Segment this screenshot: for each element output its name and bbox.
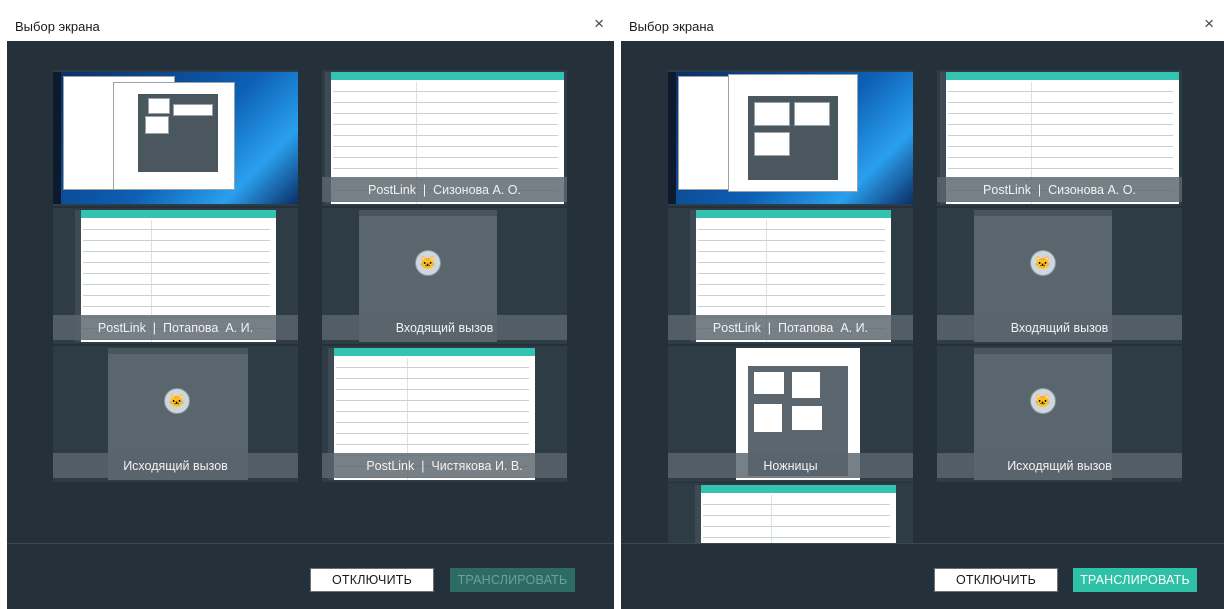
window-label: Исходящий вызов	[937, 453, 1182, 478]
screen-select-dialog-left: Выбор экрана × PostLink | Сизонова А. О.	[7, 10, 614, 609]
window-tile[interactable]: 🐱 Входящий вызов	[937, 208, 1182, 344]
window-label: Входящий вызов	[937, 315, 1182, 340]
dialog-titlebar: Выбор экрана ×	[7, 10, 614, 41]
window-label: PostLink | Сизонова А. О.	[322, 177, 567, 202]
stream-button[interactable]: ТРАНСЛИРОВАТЬ	[450, 568, 575, 592]
dialog-titlebar: Выбор экрана ×	[621, 10, 1224, 41]
window-tile-desktop[interactable]	[668, 70, 913, 206]
window-grid: PostLink | Сизонова А. О. PostLink | Пот…	[621, 41, 1224, 543]
window-tile[interactable]: PostLink | Сизонова А. О.	[322, 70, 567, 206]
window-thumbnail	[695, 485, 896, 543]
window-grid: PostLink | Сизонова А. О. PostLink | Пот…	[7, 41, 614, 543]
close-icon[interactable]: ×	[594, 15, 604, 33]
window-tile[interactable]: 🐱 Исходящий вызов	[53, 346, 298, 482]
avatar: 🐱	[415, 250, 441, 276]
window-label: PostLink | Потапова А. И.	[668, 315, 913, 340]
window-tile[interactable]: PostLink | Чистякова И. В.	[322, 346, 567, 482]
dialog-footer: ОТКЛЮЧИТЬ ТРАНСЛИРОВАТЬ	[7, 544, 614, 609]
desktop-thumbnail	[668, 72, 913, 204]
disconnect-button[interactable]: ОТКЛЮЧИТЬ	[934, 568, 1058, 592]
stream-button[interactable]: ТРАНСЛИРОВАТЬ	[1073, 568, 1197, 592]
window-tile[interactable]: 🐱 Входящий вызов	[322, 208, 567, 344]
window-label: PostLink | Сизонова А. О.	[937, 177, 1182, 202]
dialog-title: Выбор экрана	[15, 19, 100, 34]
window-label: PostLink | Потапова А. И.	[53, 315, 298, 340]
disconnect-button[interactable]: ОТКЛЮЧИТЬ	[310, 568, 434, 592]
window-tile[interactable]: PostLink | Сизонова А. О.	[937, 70, 1182, 206]
window-tile[interactable]: PostLink | Потапова А. И.	[53, 208, 298, 344]
window-label: PostLink | Чистякова И. В.	[322, 453, 567, 478]
window-label: Ножницы	[668, 453, 913, 478]
desktop-thumbnail	[53, 72, 298, 204]
dialog-title: Выбор экрана	[629, 19, 714, 34]
close-icon[interactable]: ×	[1204, 15, 1214, 33]
screen-select-dialog-right: Выбор экрана × PostLink | Сизонова А. О.	[621, 10, 1224, 609]
avatar: 🐱	[1030, 250, 1056, 276]
window-label: Исходящий вызов	[53, 453, 298, 478]
avatar: 🐱	[1030, 388, 1056, 414]
window-label: Входящий вызов	[322, 315, 567, 340]
window-tile[interactable]: 🐱 Исходящий вызов	[937, 346, 1182, 482]
avatar: 🐱	[164, 388, 190, 414]
window-tile[interactable]: PostLink | Потапова А. И.	[668, 208, 913, 344]
window-tile[interactable]	[668, 483, 913, 543]
window-tile[interactable]: Ножницы	[668, 346, 913, 482]
dialog-footer: ОТКЛЮЧИТЬ ТРАНСЛИРОВАТЬ	[621, 544, 1224, 609]
window-tile-desktop[interactable]	[53, 70, 298, 206]
